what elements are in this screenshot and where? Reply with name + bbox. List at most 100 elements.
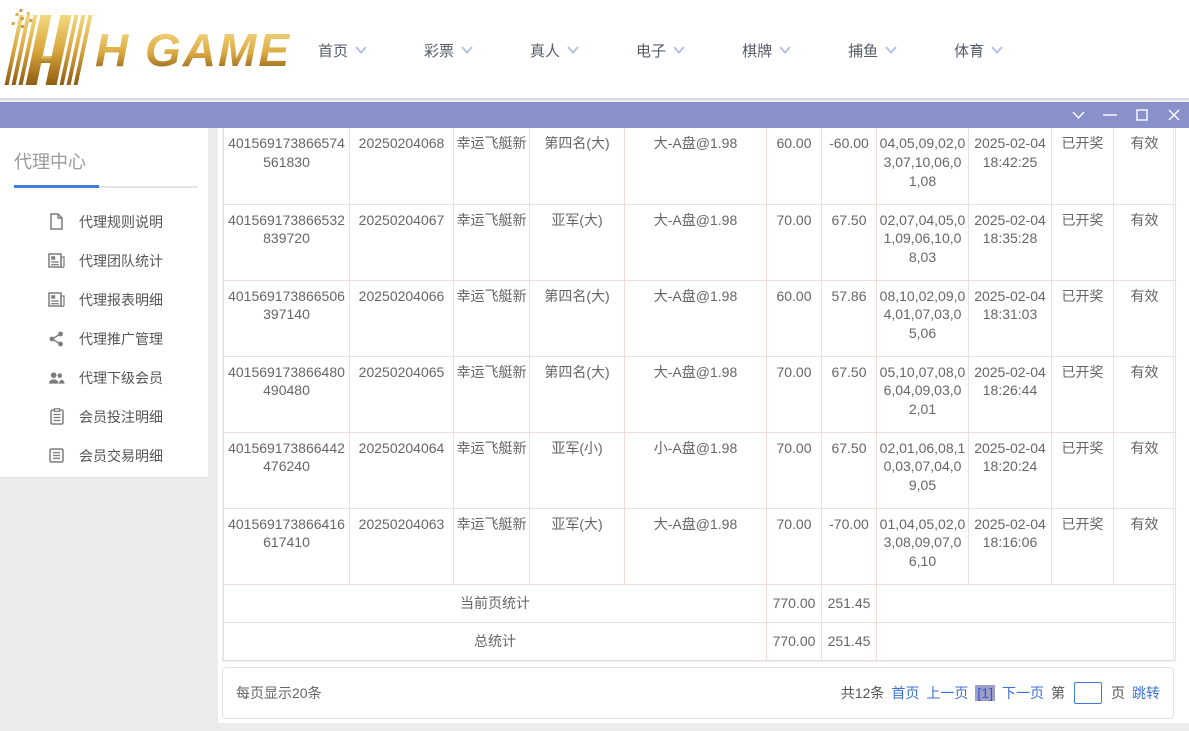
users-icon bbox=[48, 369, 65, 386]
minimize-icon[interactable] bbox=[1103, 108, 1117, 122]
cell-amount: 70.00 bbox=[767, 432, 822, 508]
bet-table-container: 40156917386657456183020250204068幸运飞艇新第四名… bbox=[222, 128, 1174, 662]
file-icon bbox=[48, 213, 65, 230]
collapse-chevron-icon[interactable] bbox=[1071, 108, 1085, 122]
nav-item-5[interactable]: 棋牌 bbox=[742, 40, 791, 61]
summary-label: 当前页统计 bbox=[224, 584, 767, 622]
app-window: H GAME 首页彩票真人电子棋牌捕鱼体育 代理中心 代理规则说明代理团队统计代… bbox=[0, 0, 1189, 731]
cell-order: 401569173866416617410 bbox=[224, 508, 350, 584]
cell-period: 20250204063 bbox=[350, 508, 454, 584]
page-jump-input[interactable] bbox=[1074, 682, 1102, 704]
share-icon bbox=[48, 330, 65, 347]
nav-item-4[interactable]: 电子 bbox=[636, 40, 685, 61]
summary-row: 当前页统计770.00251.45 bbox=[224, 584, 1176, 622]
cell-order: 401569173866574561830 bbox=[224, 128, 350, 204]
cell-amount: 70.00 bbox=[767, 508, 822, 584]
cell-play: 亚军(小) bbox=[530, 432, 625, 508]
logo-text: H GAME bbox=[95, 23, 291, 77]
sidebar-item-label: 代理规则说明 bbox=[79, 212, 163, 232]
chevron-down-icon bbox=[567, 46, 579, 54]
sidebar-item-4[interactable]: 代理推广管理 bbox=[0, 319, 208, 358]
nav-item-3[interactable]: 真人 bbox=[530, 40, 579, 61]
cell-result: 67.50 bbox=[822, 356, 877, 432]
nav-item-2[interactable]: 彩票 bbox=[424, 40, 473, 61]
prev-page-link[interactable]: 上一页 bbox=[926, 683, 968, 703]
cell-play: 第四名(大) bbox=[530, 356, 625, 432]
cell-period: 20250204068 bbox=[350, 128, 454, 204]
cell-valid: 有效 bbox=[1114, 356, 1176, 432]
jump-link[interactable]: 跳转 bbox=[1132, 683, 1160, 703]
cell-game: 幸运飞艇新 bbox=[454, 280, 530, 356]
cell-valid: 有效 bbox=[1114, 128, 1176, 204]
chevron-down-icon bbox=[461, 46, 473, 54]
sidebar-title: 代理中心 bbox=[14, 148, 208, 174]
sidebar-menu: 代理规则说明代理团队统计代理报表明细代理推广管理代理下级会员会员投注明细会员交易… bbox=[0, 202, 208, 475]
nav-item-1[interactable]: 首页 bbox=[318, 40, 367, 61]
window-controls bbox=[1071, 102, 1181, 128]
cell-time: 2025-02-04 18:42:25 bbox=[969, 128, 1052, 204]
table-row: 40156917386657456183020250204068幸运飞艇新第四名… bbox=[224, 128, 1176, 204]
table-row: 40156917386641661741020250204063幸运飞艇新亚军(… bbox=[224, 508, 1176, 584]
nav-item-6[interactable]: 捕鱼 bbox=[848, 40, 897, 61]
nav-item-label: 体育 bbox=[954, 40, 984, 61]
cell-play: 第四名(大) bbox=[530, 280, 625, 356]
cell-amount: 70.00 bbox=[767, 356, 822, 432]
cell-status: 已开奖 bbox=[1052, 280, 1114, 356]
cell-result: 67.50 bbox=[822, 204, 877, 280]
sidebar-item-label: 代理下级会员 bbox=[79, 368, 163, 388]
nav-item-label: 首页 bbox=[318, 40, 348, 61]
cell-game: 幸运飞艇新 bbox=[454, 508, 530, 584]
cell-game: 幸运飞艇新 bbox=[454, 432, 530, 508]
cell-result: 67.50 bbox=[822, 432, 877, 508]
jump-prefix-label: 第 bbox=[1051, 683, 1065, 703]
first-page-link[interactable]: 首页 bbox=[891, 683, 919, 703]
jump-suffix-label: 页 bbox=[1111, 683, 1125, 703]
cell-time: 2025-02-04 18:26:44 bbox=[969, 356, 1052, 432]
summary-amount: 770.00 bbox=[767, 584, 822, 622]
cell-odds: 小-A盘@1.98 bbox=[625, 432, 767, 508]
chevron-down-icon bbox=[885, 46, 897, 54]
sidebar-item-7[interactable]: 会员交易明细 bbox=[0, 436, 208, 475]
nav-item-7[interactable]: 体育 bbox=[954, 40, 1003, 61]
chevron-down-icon bbox=[355, 46, 367, 54]
sidebar-item-6[interactable]: 会员投注明细 bbox=[0, 397, 208, 436]
nav-item-label: 真人 bbox=[530, 40, 560, 61]
sidebar-item-5[interactable]: 代理下级会员 bbox=[0, 358, 208, 397]
cell-odds: 大-A盘@1.98 bbox=[625, 508, 767, 584]
cell-order: 401569173866532839720 bbox=[224, 204, 350, 280]
sidebar-item-1[interactable]: 代理规则说明 bbox=[0, 202, 208, 241]
sidebar-item-2[interactable]: 代理团队统计 bbox=[0, 241, 208, 280]
clipboard-icon bbox=[48, 408, 65, 425]
cell-status: 已开奖 bbox=[1052, 128, 1114, 204]
sidebar: 代理中心 代理规则说明代理团队统计代理报表明细代理推广管理代理下级会员会员投注明… bbox=[0, 128, 208, 478]
cell-numbers: 01,04,05,02,03,08,09,07,06,10 bbox=[877, 508, 969, 584]
summary-empty bbox=[877, 622, 1176, 660]
summary-amount: 770.00 bbox=[767, 622, 822, 660]
bet-table: 40156917386657456183020250204068幸运飞艇新第四名… bbox=[223, 128, 1176, 661]
sidebar-title-divider bbox=[14, 186, 198, 188]
cell-status: 已开奖 bbox=[1052, 356, 1114, 432]
cell-numbers: 02,07,04,05,01,09,06,10,08,03 bbox=[877, 204, 969, 280]
cell-play: 亚军(大) bbox=[530, 204, 625, 280]
summary-result: 251.45 bbox=[822, 622, 877, 660]
pagination-controls: 共12条 首页 上一页 [1] 下一页 第 页 跳转 bbox=[841, 682, 1160, 704]
cell-time: 2025-02-04 18:16:06 bbox=[969, 508, 1052, 584]
close-icon[interactable] bbox=[1167, 108, 1181, 122]
cell-valid: 有效 bbox=[1114, 204, 1176, 280]
sidebar-item-label: 会员交易明细 bbox=[79, 446, 163, 466]
cell-period: 20250204064 bbox=[350, 432, 454, 508]
summary-label: 总统计 bbox=[224, 622, 767, 660]
cell-result: -60.00 bbox=[822, 128, 877, 204]
cell-game: 幸运飞艇新 bbox=[454, 356, 530, 432]
current-page-indicator: [1] bbox=[975, 685, 995, 701]
summary-empty bbox=[877, 584, 1176, 622]
summary-result: 251.45 bbox=[822, 584, 877, 622]
maximize-icon[interactable] bbox=[1135, 108, 1149, 122]
chevron-down-icon bbox=[991, 46, 1003, 54]
cell-amount: 60.00 bbox=[767, 128, 822, 204]
cell-valid: 有效 bbox=[1114, 508, 1176, 584]
next-page-link[interactable]: 下一页 bbox=[1002, 683, 1044, 703]
cell-status: 已开奖 bbox=[1052, 432, 1114, 508]
sidebar-item-3[interactable]: 代理报表明细 bbox=[0, 280, 208, 319]
nav-item-label: 电子 bbox=[636, 40, 666, 61]
